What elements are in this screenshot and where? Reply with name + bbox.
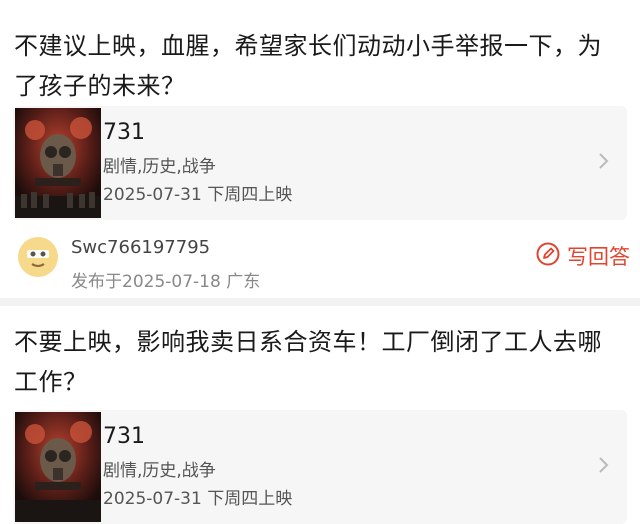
username[interactable]: Swc766197795 <box>71 237 210 258</box>
chevron-right-icon[interactable] <box>591 146 615 176</box>
movie-genres: 剧情,历史,战争 <box>103 157 216 177</box>
movie-release-date: 2025-07-31 下周四上映 <box>103 185 293 205</box>
movie-genres: 剧情,历史,战争 <box>103 461 216 481</box>
post-meta: 发布于2025-07-18 广东 <box>71 272 261 292</box>
movie-title: 731 <box>103 424 145 449</box>
author-row: Swc766197795 发布于2025-07-18 广东 写回答 <box>0 226 640 296</box>
question-text-2[interactable]: 不要上映，影响我卖日系合资车！工厂倒闭了工人去哪工作？ <box>14 322 626 402</box>
movie-poster <box>15 108 101 218</box>
movie-poster <box>15 412 101 522</box>
write-answer-label: 写回答 <box>567 245 630 269</box>
movie-card-2[interactable]: 731 剧情,历史,战争 2025-07-31 下周四上映 <box>13 410 627 524</box>
chevron-right-icon[interactable] <box>591 450 615 480</box>
movie-title: 731 <box>103 120 145 145</box>
question-text-1[interactable]: 不建议上映，血腥，希望家长们动动小手举报一下，为了孩子的未来？ <box>14 26 626 106</box>
movie-release-date: 2025-07-31 下周四上映 <box>103 489 293 509</box>
write-answer-button[interactable]: 写回答 <box>535 240 630 272</box>
movie-card-1[interactable]: 731 剧情,历史,战争 2025-07-31 下周四上映 <box>13 106 627 220</box>
pencil-circle-icon <box>535 241 561 272</box>
cartoon-avatar-icon[interactable] <box>17 236 59 278</box>
section-divider <box>0 298 640 306</box>
